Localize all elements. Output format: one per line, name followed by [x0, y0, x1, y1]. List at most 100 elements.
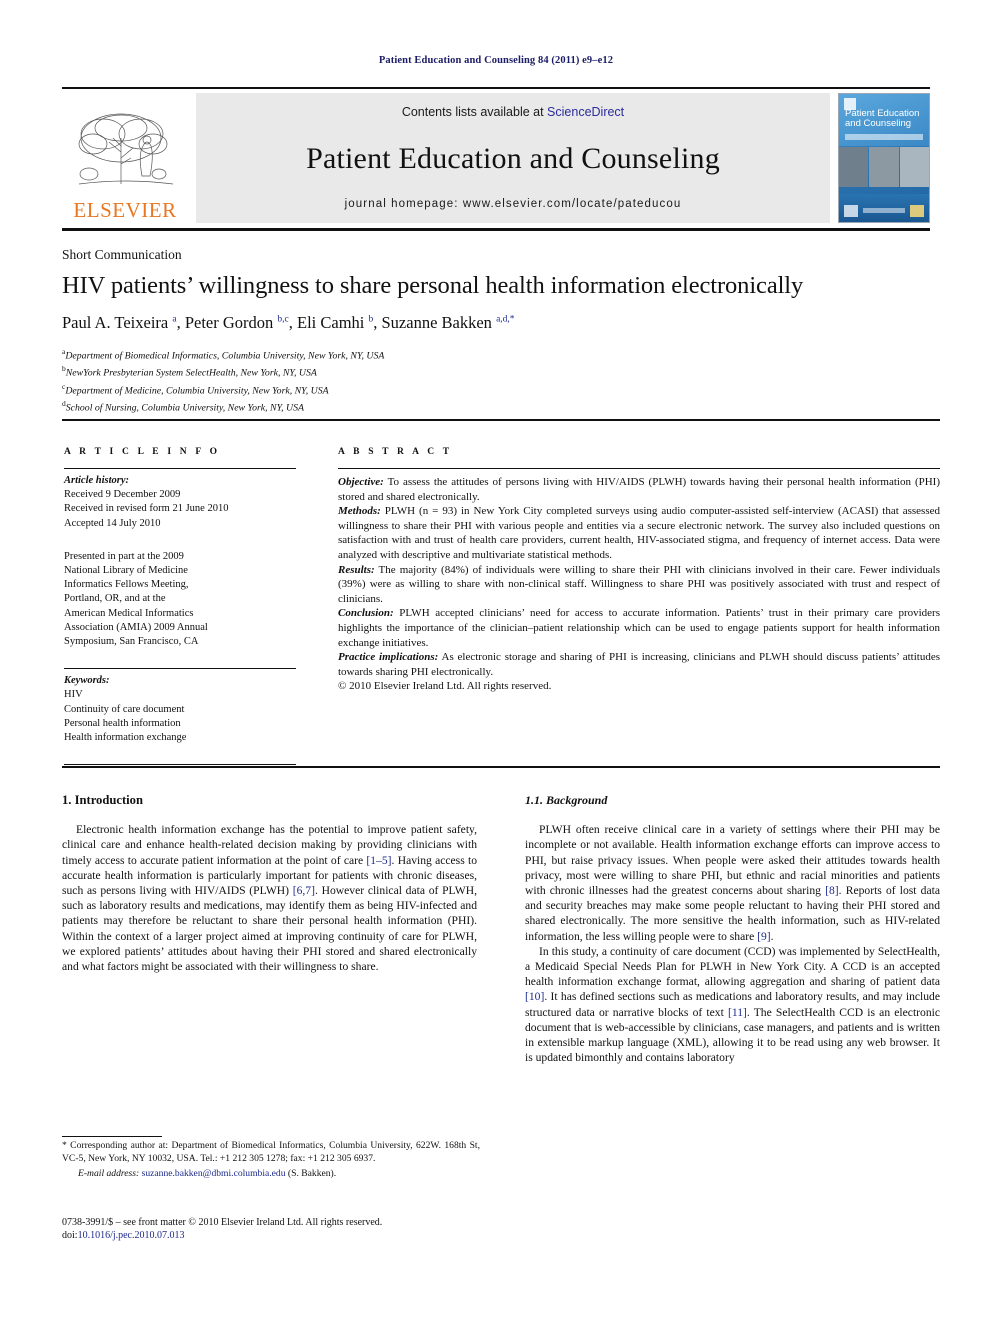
journal-title: Patient Education and Counseling: [306, 141, 720, 175]
affiliation-item: bNewYork Presbyterian System SelectHealt…: [62, 362, 942, 379]
article-info-heading: A R T I C L E I N F O: [64, 447, 221, 457]
corresponding-author-note: * Corresponding author at: Department of…: [62, 1140, 480, 1164]
abstract-conclusion-text: PLWH accepted clinicians’ need for acces…: [338, 607, 940, 649]
abstract-copyright: © 2010 Elsevier Ireland Ltd. All rights …: [338, 680, 552, 693]
presented-line: Association (AMIA) 2009 Annual: [64, 621, 208, 633]
body-column-left: 1. Introduction Electronic health inform…: [62, 793, 477, 974]
masthead-center-panel: Contents lists available at ScienceDirec…: [196, 93, 830, 223]
cover-logo-left-icon: [844, 205, 858, 217]
cover-bottom-band: [839, 194, 929, 222]
footnote-block: * Corresponding author at: Department of…: [62, 1140, 480, 1181]
issn-line: 0738-3991/$ – see front matter © 2010 El…: [62, 1217, 383, 1228]
info-band-bottom-rule: [62, 766, 940, 768]
abstract-results-label: Results:: [338, 563, 375, 576]
abstract-conclusion-label: Conclusion:: [338, 607, 394, 620]
keywords-label: Keywords:: [64, 675, 110, 687]
cover-logo-right-icon: [910, 205, 924, 217]
running-head: Patient Education and Counseling 84 (201…: [378, 55, 614, 66]
info-rule-keywords: [64, 668, 296, 670]
journal-homepage-line[interactable]: journal homepage: www.elsevier.com/locat…: [345, 198, 682, 210]
affiliation-item: dSchool of Nursing, Columbia University,…: [62, 397, 942, 414]
intro-text-c: . However clinical data of PLWH, such as…: [62, 884, 477, 974]
keyword-item: Continuity of care document: [64, 703, 185, 715]
cover-subtitle-bar: [845, 134, 923, 140]
bg2-text-a: In this study, a continuity of care docu…: [525, 944, 940, 989]
info-band-top-rule: [62, 419, 940, 421]
keyword-item: Personal health information: [64, 717, 181, 729]
abstract-methods-text: PLWH (n = 93) in New York City completed…: [338, 505, 940, 561]
affiliation-text: School of Nursing, Columbia University, …: [65, 402, 304, 414]
keyword-item: Health information exchange: [64, 732, 187, 744]
affiliation-text: Department of Medicine, Columbia Univers…: [65, 385, 329, 397]
cover-logo-mid-icon: [863, 208, 905, 213]
history-item: Received 9 December 2009: [64, 489, 181, 501]
article-info-column: Article history: Received 9 December 200…: [64, 468, 296, 770]
cover-title: Patient Education and Counseling: [845, 109, 925, 129]
journal-cover-thumbnail[interactable]: Patient Education and Counseling: [838, 93, 930, 223]
background-paragraph-1: PLWH often receive clinical care in a va…: [525, 822, 940, 944]
abstract-conclusion: Conclusion: PLWH accepted clinicians’ ne…: [338, 606, 940, 650]
masthead-top-rule: [62, 87, 930, 89]
page-title: HIV patients’ willingness to share perso…: [62, 272, 804, 299]
doi-label: doi:: [62, 1230, 78, 1242]
section-heading-background: 1.1. Background: [525, 793, 608, 807]
footnote-rule: [62, 1136, 162, 1137]
abstract-rule-top: [338, 468, 940, 469]
section-heading-introduction: 1. Introduction: [62, 793, 143, 807]
presented-line: Portland, OR, and at the: [64, 593, 166, 605]
abstract-practice-label: Practice implications:: [338, 651, 439, 664]
abstract-practice-implications: Practice implications: As electronic sto…: [338, 650, 940, 679]
info-rule-top: [64, 468, 296, 469]
author-list: Paul A. Teixeira a, Peter Gordon b,c, El…: [62, 313, 515, 332]
elsevier-logo: ELSEVIER: [62, 93, 188, 223]
email-suffix: (S. Bakken).: [285, 1168, 337, 1180]
citation-ref[interactable]: [8]: [825, 884, 839, 897]
elsevier-tree-icon: [78, 113, 174, 185]
presented-line: Symposium, San Francisco, CA: [64, 636, 199, 648]
abstract-objective: Objective: To assess the attitudes of pe…: [338, 475, 940, 504]
presented-line: National Library of Medicine: [64, 565, 188, 577]
doi-link[interactable]: 10.1016/j.pec.2010.07.013: [78, 1230, 185, 1241]
abstract-results-text: The majority (84%) of individuals were w…: [338, 563, 940, 605]
abstract-objective-label: Objective:: [338, 476, 384, 488]
history-item: Accepted 14 July 2010: [64, 517, 161, 529]
presented-line: American Medical Informatics: [64, 607, 194, 619]
presented-line: Informatics Fellows Meeting,: [64, 579, 189, 591]
presented-line: Presented in part at the 2009: [64, 550, 184, 562]
citation-ref[interactable]: [9]: [757, 930, 771, 943]
citation-ref[interactable]: [11]: [728, 1006, 747, 1019]
journal-article-page: Patient Education and Counseling 84 (201…: [0, 0, 992, 1323]
masthead-bottom-rule: [62, 228, 930, 231]
email-link[interactable]: suzanne.bakken@dbmi.columbia.edu: [142, 1168, 286, 1179]
abstract-methods: Methods: PLWH (n = 93) in New York City …: [338, 504, 940, 562]
bg1-text-c: .: [770, 929, 774, 943]
presented-block: Presented in part at the 2009 National L…: [64, 550, 296, 649]
contents-prefix-text: Contents lists available at: [401, 105, 548, 119]
article-history-block: Article history: Received 9 December 200…: [64, 474, 296, 531]
affiliation-item: cDepartment of Medicine, Columbia Univer…: [62, 380, 942, 397]
abstract-heading: A B S T R A C T: [338, 447, 453, 457]
journal-masthead: ELSEVIER Contents lists available at Sci…: [62, 93, 930, 223]
affiliation-text: Department of Biomedical Informatics, Co…: [65, 350, 385, 362]
intro-paragraph: Electronic health information exchange h…: [62, 822, 477, 974]
doi-line: doi:10.1016/j.pec.2010.07.013: [62, 1229, 492, 1242]
affiliation-text: NewYork Presbyterian System SelectHealth…: [65, 367, 317, 379]
sciencedirect-link[interactable]: ScienceDirect: [547, 105, 624, 119]
affiliation-item: aDepartment of Biomedical Informatics, C…: [62, 345, 942, 362]
affiliation-list: aDepartment of Biomedical Informatics, C…: [62, 345, 942, 415]
elsevier-wordmark: ELSEVIER: [73, 198, 177, 222]
background-paragraph-2: In this study, a continuity of care docu…: [525, 944, 940, 1066]
citation-ref[interactable]: [6,7]: [293, 884, 315, 897]
email-label: E-mail address:: [78, 1168, 140, 1180]
keyword-item: HIV: [64, 689, 83, 701]
cover-title-line-2: and Counseling: [845, 118, 912, 129]
history-item: Received in revised form 21 June 2010: [64, 503, 229, 515]
keywords-block: Keywords: HIV Continuity of care documen…: [64, 674, 296, 745]
abstract-column: Objective: To assess the attitudes of pe…: [338, 468, 940, 694]
citation-ref[interactable]: [1–5]: [366, 854, 391, 867]
email-note: E-mail address: suzanne.bakken@dbmi.colu…: [62, 1168, 480, 1181]
abstract-methods-label: Methods:: [338, 505, 381, 518]
citation-ref[interactable]: [10]: [525, 990, 544, 1003]
